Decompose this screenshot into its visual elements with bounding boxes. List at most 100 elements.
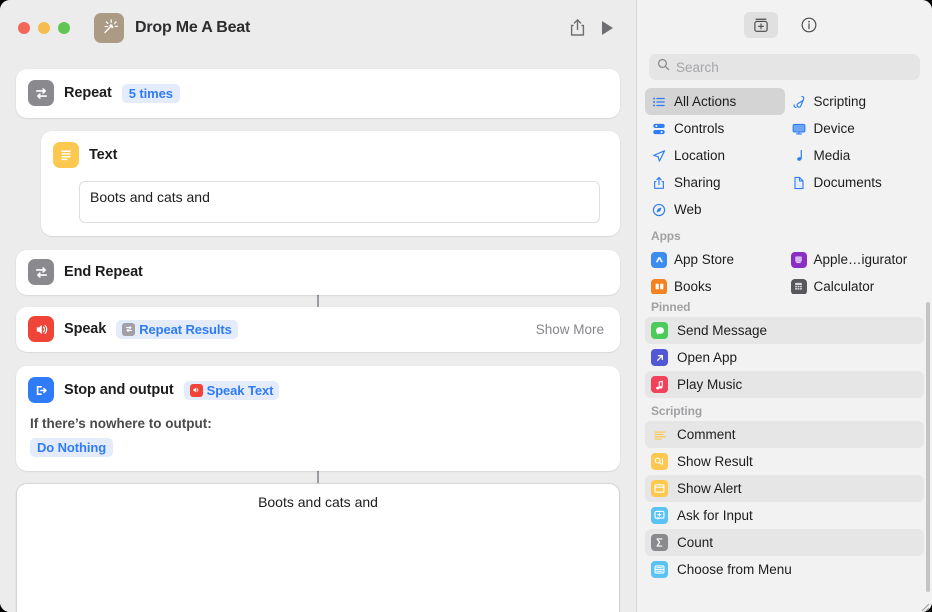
action-item-play-music[interactable]: Play Music (645, 371, 924, 398)
action-item-show-alert[interactable]: Show Alert (645, 475, 924, 502)
controls-icon (651, 121, 667, 137)
action-item-label: Ask for Input (677, 508, 753, 523)
action-item-ask-for-input[interactable]: Ask for Input (645, 502, 924, 529)
text-lines-icon (53, 142, 79, 168)
open-app-icon (651, 349, 668, 366)
search-icon (657, 58, 670, 76)
comment-lines-icon (651, 426, 668, 443)
category-grid: All Actions Scripting Controls Device Lo… (637, 88, 932, 223)
search-container (637, 50, 932, 88)
repeat-results-token[interactable]: Repeat Results (116, 319, 238, 339)
action-card-end-repeat[interactable]: End Repeat (16, 250, 620, 295)
category-label: Media (813, 148, 851, 163)
text-input[interactable]: Boots and cats and (79, 181, 600, 223)
repeat-icon (28, 259, 54, 285)
token-label: Repeat Results (139, 321, 232, 337)
resize-grip[interactable] (919, 599, 930, 612)
category-controls[interactable]: Controls (645, 115, 785, 142)
action-item-open-app[interactable]: Open App (645, 344, 924, 371)
repeat-icon (122, 322, 136, 336)
category-label: Device (813, 121, 855, 136)
action-title: Repeat (64, 85, 112, 101)
show-alert-icon (651, 480, 668, 497)
scripting-icon (791, 94, 807, 110)
action-item-label: Choose from Menu (677, 562, 792, 577)
category-location[interactable]: Location (645, 142, 785, 169)
action-item-show-result[interactable]: Show Result (645, 448, 924, 475)
music-icon (651, 376, 668, 393)
safari-compass-icon (651, 202, 667, 218)
do-nothing-token[interactable]: Do Nothing (30, 438, 114, 457)
app-item-apple-configurator[interactable]: Apple…igurator (785, 246, 925, 273)
category-scripting[interactable]: Scripting (785, 88, 925, 115)
show-more-button[interactable]: Show More (536, 322, 608, 337)
zoom-button[interactable] (58, 21, 70, 34)
category-media[interactable]: Media (785, 142, 925, 169)
category-device[interactable]: Device (785, 115, 925, 142)
info-circle-icon[interactable] (792, 12, 826, 38)
list-bullet-icon (651, 94, 667, 110)
action-item-label: Show Alert (677, 481, 742, 496)
minimize-button[interactable] (38, 21, 50, 34)
library-scrollbar[interactable] (926, 302, 930, 592)
speak-text-token[interactable]: Speak Text (183, 380, 280, 400)
location-arrow-icon (651, 148, 667, 164)
traffic-lights (18, 21, 70, 34)
app-item-app-store[interactable]: App Store (645, 246, 785, 273)
app-label: Apple…igurator (813, 252, 908, 267)
search-box[interactable] (649, 54, 920, 80)
action-item-label: Open App (677, 350, 738, 365)
share-icon[interactable] (562, 14, 592, 42)
choose-menu-icon (651, 561, 668, 578)
search-input[interactable] (676, 59, 912, 75)
repeat-count-token[interactable]: 5 times (121, 83, 180, 103)
action-card-repeat[interactable]: Repeat 5 times (16, 69, 620, 118)
category-label: Web (674, 202, 702, 217)
show-result-icon (651, 453, 668, 470)
action-item-send-message[interactable]: Send Message (645, 317, 924, 344)
stop-output-subtitle: If there’s nowhere to output: (30, 416, 212, 431)
action-item-comment[interactable]: Comment (645, 421, 924, 448)
action-item-label: Show Result (677, 454, 753, 469)
music-note-icon (791, 148, 807, 164)
add-action-icon[interactable] (743, 12, 778, 38)
editor-pane: Drop Me A Beat Repeat 5 times Text Boots… (0, 0, 636, 612)
step-connector (317, 295, 319, 307)
app-item-calculator[interactable]: Calculator (785, 273, 925, 294)
action-library-pane: All Actions Scripting (636, 0, 932, 612)
repeat-icon (28, 80, 54, 106)
action-item-label: Send Message (677, 323, 768, 338)
books-icon (651, 278, 667, 294)
play-icon[interactable] (592, 14, 622, 42)
action-item-label: Comment (677, 427, 736, 442)
app-store-icon (651, 251, 667, 268)
action-card-speak[interactable]: Speak Repeat Results Show More (16, 307, 620, 352)
action-title: Text (89, 147, 118, 163)
close-button[interactable] (18, 21, 30, 34)
category-region: All Actions Scripting Controls Device Lo… (637, 88, 932, 294)
category-label: Scripting (813, 94, 867, 109)
category-all-actions[interactable]: All Actions (645, 88, 785, 115)
pinned-group-header: Pinned (651, 300, 691, 314)
category-web[interactable]: Web (645, 196, 785, 223)
action-item-count[interactable]: Count (645, 529, 924, 556)
action-card-text[interactable]: Text Boots and cats and (41, 131, 620, 236)
speaker-icon (28, 316, 54, 342)
action-list-region: Pinned Send Message Open App Play Music (637, 294, 932, 612)
apps-grid: App Store Apple…igurator Books Calculato… (637, 246, 932, 294)
category-label: Sharing (674, 175, 721, 190)
library-toolbar (637, 0, 932, 50)
action-title: Stop and output (64, 382, 174, 398)
category-documents[interactable]: Documents (785, 169, 925, 196)
titlebar: Drop Me A Beat (0, 0, 636, 55)
app-label: Calculator (813, 279, 875, 294)
magic-wand-icon (94, 12, 124, 43)
category-sharing[interactable]: Sharing (645, 169, 785, 196)
action-item-choose-from-menu[interactable]: Choose from Menu (645, 556, 924, 583)
output-preview-card: Boots and cats and (16, 483, 620, 612)
action-card-stop-and-output[interactable]: Stop and output Speak Text If there’s no… (16, 366, 620, 471)
output-preview-text: Boots and cats and (258, 494, 378, 510)
speaker-icon (189, 383, 203, 397)
action-title: End Repeat (64, 264, 143, 280)
app-item-books[interactable]: Books (645, 273, 785, 294)
